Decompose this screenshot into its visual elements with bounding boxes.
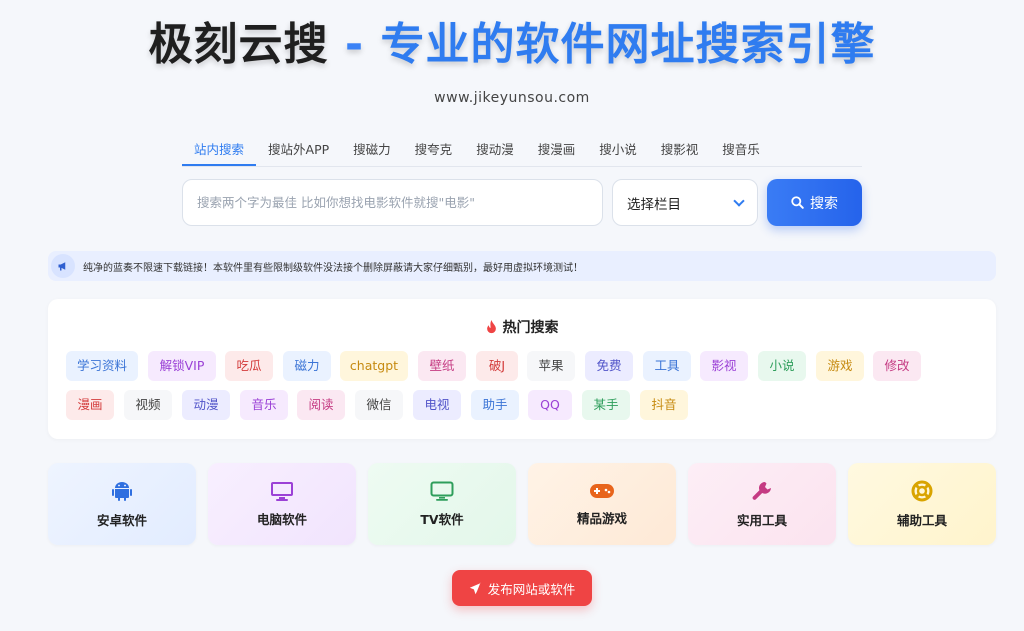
hot-search-heading: 热门搜索 xyxy=(48,317,996,337)
hot-search-panel: 热门搜索 学习资料 解锁VIP 吃瓜 磁力 chatgpt 壁纸 破J 苹果 免… xyxy=(48,299,996,439)
tab-magnet[interactable]: 搜磁力 xyxy=(341,135,403,166)
category-label: 电脑软件 xyxy=(256,511,307,527)
hot-tag[interactable]: 音乐 xyxy=(240,390,288,420)
category-games[interactable]: 精品游戏 xyxy=(528,463,676,545)
hot-tag[interactable]: 微信 xyxy=(355,390,403,420)
hot-tag[interactable]: 苹果 xyxy=(527,351,575,381)
category-android[interactable]: 安卓软件 xyxy=(48,463,196,545)
tab-videos[interactable]: 搜影视 xyxy=(649,135,711,166)
site-slogan: 专业的软件网址搜索引擎 xyxy=(380,19,876,70)
hot-tag[interactable]: 阅读 xyxy=(297,390,345,420)
notice-text: 纯净的蓝奏不限速下载链接！本软件里有些限制级软件没法接个删除屏蔽请大家仔细甄别，… xyxy=(83,262,583,274)
search-icon xyxy=(791,196,804,209)
gamepad-icon xyxy=(590,483,614,498)
notice-bar: 纯净的蓝奏不限速下载链接！本软件里有些限制级软件没法接个删除屏蔽请大家仔细甄别，… xyxy=(48,251,996,281)
search-button-label: 搜索 xyxy=(810,195,838,212)
hot-tag[interactable]: 工具 xyxy=(643,351,691,381)
category-label: 安卓软件 xyxy=(96,512,147,528)
site-domain: www.jikeyunsou.com xyxy=(434,90,590,106)
hot-tag[interactable]: 动漫 xyxy=(182,390,230,420)
tv-icon xyxy=(430,481,454,501)
hot-tag[interactable]: 吃瓜 xyxy=(225,351,273,381)
search-button[interactable]: 搜索 xyxy=(767,179,862,226)
hot-tag[interactable]: QQ xyxy=(528,390,572,420)
tab-external-app[interactable]: 搜站外APP xyxy=(256,135,341,166)
hot-tag[interactable]: 壁纸 xyxy=(418,351,466,381)
category-label: TV软件 xyxy=(420,511,464,527)
fire-icon xyxy=(486,320,496,334)
hot-tag[interactable]: 磁力 xyxy=(283,351,331,381)
tab-site-search[interactable]: 站内搜索 xyxy=(182,135,257,166)
category-select-label: 选择栏目 xyxy=(627,196,681,213)
category-utilities[interactable]: 实用工具 xyxy=(688,463,836,545)
category-label: 精品游戏 xyxy=(576,510,627,526)
hot-tag[interactable]: 漫画 xyxy=(66,390,114,420)
hot-tag[interactable]: 抖音 xyxy=(640,390,688,420)
tab-quark[interactable]: 搜夸克 xyxy=(403,135,465,166)
category-assist-tools[interactable]: 辅助工具 xyxy=(848,463,996,545)
category-select[interactable]: 选择栏目 xyxy=(612,179,758,226)
hot-tag[interactable]: 免费 xyxy=(585,351,633,381)
tab-novels[interactable]: 搜小说 xyxy=(587,135,649,166)
tab-comics[interactable]: 搜漫画 xyxy=(526,135,588,166)
title-dash: - xyxy=(328,19,381,70)
hot-tag[interactable]: 小说 xyxy=(758,351,806,381)
lifebuoy-icon xyxy=(911,480,933,501)
publish-button-label: 发布网站或软件 xyxy=(487,581,576,597)
hot-tag[interactable]: 视频 xyxy=(124,390,172,420)
site-title: 极刻云搜 - 专业的软件网址搜索引擎 xyxy=(0,16,1024,74)
paper-plane-icon xyxy=(469,582,481,594)
megaphone-icon xyxy=(51,254,75,278)
search-tabs: 站内搜索 搜站外APP 搜磁力 搜夸克 搜动漫 搜漫画 搜小说 搜影视 搜音乐 xyxy=(182,135,862,167)
hot-tag[interactable]: 助手 xyxy=(471,390,519,420)
category-tv[interactable]: TV软件 xyxy=(368,463,516,545)
hot-tag[interactable]: 破J xyxy=(476,351,518,381)
category-label: 实用工具 xyxy=(736,512,787,528)
publish-button[interactable]: 发布网站或软件 xyxy=(452,570,592,606)
hot-tag[interactable]: 影视 xyxy=(700,351,748,381)
search-input[interactable] xyxy=(182,179,603,226)
hot-tag[interactable]: 学习资料 xyxy=(66,351,138,381)
wrench-icon xyxy=(752,481,771,500)
desktop-icon xyxy=(271,481,293,501)
category-desktop[interactable]: 电脑软件 xyxy=(208,463,356,545)
hot-tag[interactable]: 解锁VIP xyxy=(148,351,216,381)
category-label: 辅助工具 xyxy=(896,512,947,528)
site-brand: 极刻云搜 xyxy=(148,19,329,70)
android-icon xyxy=(112,481,132,501)
hot-tag[interactable]: 修改 xyxy=(873,351,921,381)
chevron-down-icon xyxy=(733,194,745,207)
hot-tag[interactable]: 电视 xyxy=(413,390,461,420)
tab-music[interactable]: 搜音乐 xyxy=(710,135,772,166)
hot-search-title: 热门搜索 xyxy=(502,320,559,336)
hot-tag[interactable]: 某手 xyxy=(582,390,630,420)
hot-tag[interactable]: chatgpt xyxy=(340,351,408,381)
hot-tag[interactable]: 游戏 xyxy=(816,351,864,381)
tab-anime[interactable]: 搜动漫 xyxy=(464,135,526,166)
